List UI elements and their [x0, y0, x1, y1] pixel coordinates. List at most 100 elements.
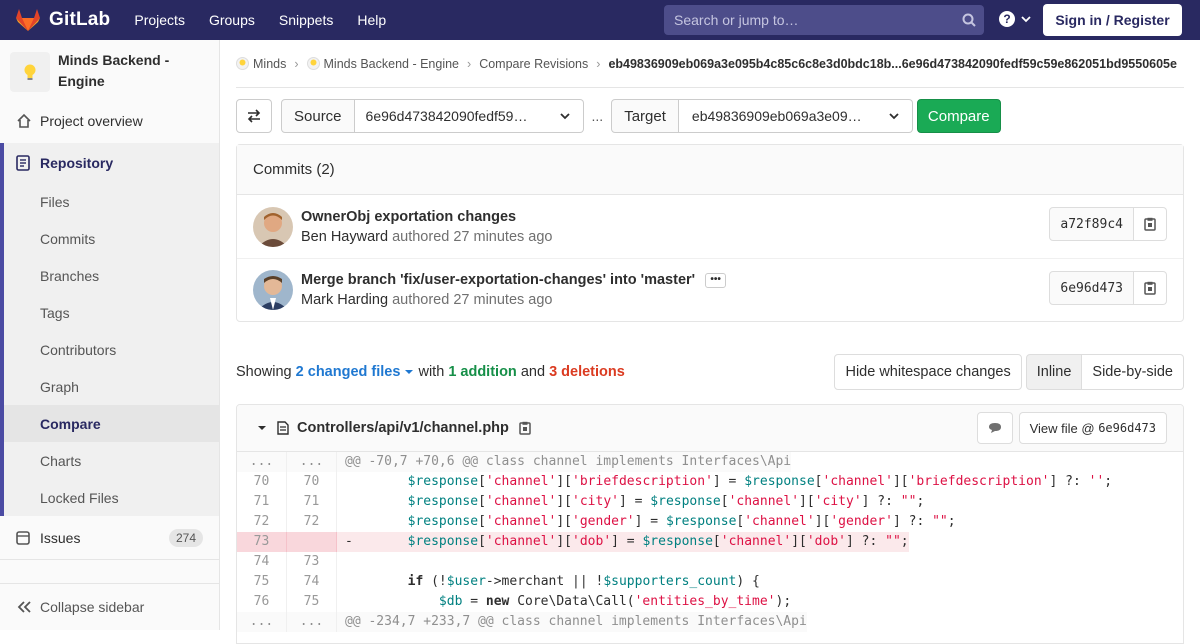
- commit-sha-group: a72f89c4: [1049, 207, 1167, 241]
- breadcrumb-item[interactable]: Minds Backend - Engine ›: [306, 57, 480, 71]
- avatar[interactable]: [253, 206, 293, 247]
- commit-author[interactable]: Ben Hayward: [301, 229, 388, 245]
- project-header[interactable]: Minds Backend - Engine: [0, 40, 219, 102]
- commit-sha[interactable]: a72f89c4: [1049, 207, 1134, 241]
- project-name: Minds Backend - Engine: [58, 52, 170, 89]
- new-line-number[interactable]: 74: [287, 572, 337, 592]
- diff-hunk-header: ...... @@ -234,7 +233,7 @@ class channel …: [237, 612, 1183, 632]
- sidebar-item-compare[interactable]: Compare: [4, 405, 219, 442]
- file-header: Controllers/api/v1/channel.php View file…: [237, 405, 1183, 452]
- old-line-number[interactable]: 76: [237, 592, 287, 612]
- chevron-right-icon: ›: [294, 56, 299, 71]
- source-select[interactable]: 6e96d473842090fedf59…: [354, 99, 584, 133]
- new-line-number[interactable]: 72: [287, 512, 337, 532]
- sidebar-item-overview[interactable]: Project overview: [0, 102, 219, 139]
- new-line-number[interactable]: 71: [287, 492, 337, 512]
- project-avatar: [10, 52, 50, 92]
- new-line-number[interactable]: 75: [287, 592, 337, 612]
- diff-hunk-header: ...... @@ -70,7 +70,6 @@ class channel im…: [237, 452, 1183, 472]
- caret-down-icon[interactable]: [257, 424, 267, 432]
- commits-header: Commits (2): [237, 145, 1183, 195]
- breadcrumb-current[interactable]: eb49836909eb069a3e095b4c85c6c8e3d0bdc18b…: [608, 57, 1177, 71]
- copy-sha-button[interactable]: [1134, 207, 1167, 241]
- commit-title-text[interactable]: Merge branch 'fix/user-exportation-chang…: [301, 272, 695, 288]
- issues-icon: [16, 530, 32, 545]
- nav-help[interactable]: Help: [357, 12, 386, 28]
- diff-line-context: 72 72 $response['channel']['gender'] = $r…: [237, 512, 1183, 532]
- collapse-sidebar-button[interactable]: Collapse sidebar: [0, 583, 219, 630]
- sign-in-button[interactable]: Sign in / Register: [1043, 4, 1182, 36]
- line-code: $db = new Core\Data\Call('entities_by_ti…: [438, 594, 792, 609]
- nav-snippets[interactable]: Snippets: [279, 12, 333, 28]
- gitlab-logo[interactable]: GitLab: [15, 8, 110, 32]
- search-input[interactable]: Search or jump to…: [674, 12, 954, 28]
- commit-time: authored 27 minutes ago: [392, 228, 553, 245]
- breadcrumb-item[interactable]: Minds ›: [236, 57, 307, 71]
- clipboard-icon[interactable]: [519, 421, 531, 435]
- old-line-number[interactable]: ...: [237, 452, 287, 472]
- side-by-side-view-button[interactable]: Side-by-side: [1082, 354, 1184, 390]
- commit-sha[interactable]: 6e96d473: [1049, 271, 1134, 305]
- new-line-number[interactable]: 70: [287, 472, 337, 492]
- line-code: - $response['channel']['dob'] = $respons…: [337, 532, 909, 552]
- collapse-sidebar-label: Collapse sidebar: [40, 599, 145, 615]
- old-line-number[interactable]: 74: [237, 552, 287, 572]
- sidebar-item-commits[interactable]: Commits: [4, 220, 219, 257]
- sidebar-item-graph[interactable]: Graph: [4, 368, 219, 405]
- old-line-number[interactable]: ...: [237, 612, 287, 632]
- diff-line-removed: 73 - $response['channel']['dob'] = $respo…: [237, 532, 1183, 552]
- stats-with: with: [418, 364, 445, 380]
- new-line-number[interactable]: ...: [287, 452, 337, 472]
- commit-title[interactable]: Merge branch 'fix/user-exportation-chang…: [301, 272, 727, 288]
- changed-files-label: 2 changed files: [295, 364, 401, 380]
- target-label: Target: [611, 99, 679, 133]
- view-file-button[interactable]: View file @ 6e96d473: [1018, 412, 1167, 444]
- diff-file: Controllers/api/v1/channel.php View file…: [236, 404, 1184, 644]
- sidebar-item-contributors[interactable]: Contributors: [4, 331, 219, 368]
- avatar[interactable]: [253, 270, 293, 310]
- sidebar-item-issues[interactable]: Issues 274: [0, 516, 219, 560]
- comment-toggle-button[interactable]: [976, 412, 1013, 444]
- swap-revisions-button[interactable]: [236, 99, 272, 133]
- commit-author[interactable]: Mark Harding: [301, 292, 388, 308]
- commit-sha-group: 6e96d473: [1049, 271, 1167, 305]
- breadcrumb-label: Compare Revisions: [479, 56, 589, 71]
- compare-button[interactable]: Compare: [916, 99, 1001, 133]
- new-line-number[interactable]: [287, 532, 337, 552]
- nav-groups[interactable]: Groups: [209, 12, 255, 28]
- new-line-number[interactable]: 73: [287, 552, 337, 572]
- old-line-number[interactable]: 71: [237, 492, 287, 512]
- tanuki-icon: [16, 9, 40, 31]
- help-dropdown[interactable]: ?: [998, 10, 1032, 28]
- old-line-number[interactable]: 72: [237, 512, 287, 532]
- old-line-number[interactable]: 73: [237, 532, 287, 552]
- sidebar-item-charts[interactable]: Charts: [4, 442, 219, 479]
- changed-files-dropdown[interactable]: 2 changed files: [296, 364, 415, 380]
- nav-projects[interactable]: Projects: [134, 12, 185, 28]
- copy-sha-button[interactable]: [1134, 271, 1167, 305]
- line-code: @@ -70,7 +70,6 @@ class channel implemen…: [337, 452, 792, 472]
- search-icon: [954, 13, 984, 27]
- sidebar-item-repository[interactable]: Repository: [4, 143, 219, 183]
- sidebar-item-branches[interactable]: Branches: [4, 257, 219, 294]
- sidebar-item-files[interactable]: Files: [4, 183, 219, 220]
- target-select[interactable]: eb49836909eb069a3e09…: [678, 99, 913, 133]
- old-line-number[interactable]: 70: [237, 472, 287, 492]
- hide-whitespace-button[interactable]: Hide whitespace changes: [834, 354, 1022, 390]
- chevron-down-icon: [889, 113, 899, 120]
- commit-title[interactable]: OwnerObj exportation changes: [301, 209, 553, 225]
- sidebar-item-locked-files[interactable]: Locked Files: [4, 479, 219, 516]
- brand-name: GitLab: [49, 9, 111, 30]
- file-path[interactable]: Controllers/api/v1/channel.php: [297, 420, 509, 436]
- sidebar-item-tags[interactable]: Tags: [4, 294, 219, 331]
- lightbulb-icon: [24, 64, 36, 80]
- breadcrumb-item[interactable]: Compare Revisions ›: [479, 57, 608, 71]
- toggle-description-button[interactable]: •••: [705, 272, 727, 288]
- sidebar: Minds Backend - Engine Project overview …: [0, 40, 220, 630]
- new-line-number[interactable]: ...: [287, 612, 337, 632]
- inline-view-button[interactable]: Inline: [1025, 354, 1083, 390]
- commit-title-text[interactable]: OwnerObj exportation changes: [301, 209, 516, 225]
- search-box[interactable]: Search or jump to…: [664, 5, 984, 35]
- old-line-number[interactable]: 75: [237, 572, 287, 592]
- diff-line-context: 74 73: [237, 552, 1183, 572]
